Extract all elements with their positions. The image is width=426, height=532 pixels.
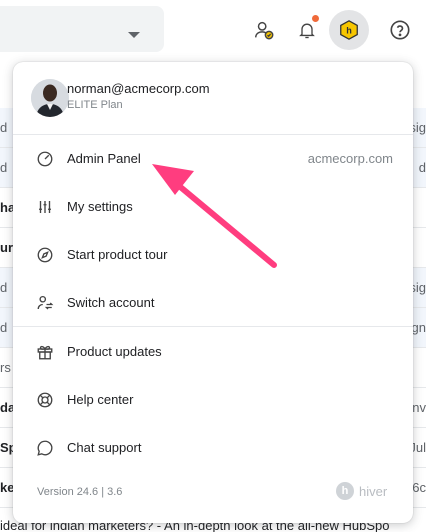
notification-dot	[312, 15, 319, 22]
chevron-down-icon[interactable]	[128, 32, 140, 38]
user-plan: ELITE Plan	[67, 99, 123, 111]
row-left-text: ur	[0, 240, 13, 255]
account-dropdown-menu: norman@acmecorp.com ELITE Plan Admin Pan…	[13, 62, 413, 523]
row-left-text: d	[0, 280, 8, 295]
sliders-icon	[35, 197, 55, 217]
lifebuoy-icon	[35, 390, 55, 410]
menu-item-label: Admin Panel	[67, 151, 141, 166]
row-right-text: d	[418, 160, 426, 175]
hiver-logo-text: hiver	[359, 483, 388, 499]
switch-user-icon	[35, 293, 55, 313]
row-left-text: d	[0, 160, 8, 175]
menu-item-label: Start product tour	[67, 247, 168, 262]
avatar	[31, 79, 69, 117]
notifications-icon[interactable]	[287, 10, 327, 50]
menu-item-label: Product updates	[67, 344, 162, 359]
menu-item-domain: acmecorp.com	[307, 151, 393, 166]
menu-item-help-center[interactable]: Help center	[13, 378, 413, 422]
search-filter-box[interactable]	[0, 6, 164, 52]
menu-item-product-tour[interactable]: Start product tour	[13, 233, 413, 277]
menu-item-admin-panel[interactable]: Admin Panel acmecorp.com	[13, 137, 413, 181]
compass-icon	[35, 245, 55, 265]
menu-item-switch-account[interactable]: Switch account	[13, 281, 413, 325]
menu-item-label: My settings	[67, 199, 133, 214]
menu-item-product-updates[interactable]: Product updates	[13, 330, 413, 374]
user-email: norman@acmecorp.com	[67, 81, 210, 96]
help-icon[interactable]	[380, 10, 420, 50]
menu-item-label: Switch account	[67, 295, 155, 310]
divider	[13, 134, 413, 135]
menu-item-chat-support[interactable]: Chat support	[13, 426, 413, 470]
hiver-logo-mark: h	[336, 482, 354, 500]
svg-text:h: h	[346, 26, 352, 36]
row-left-text: d	[0, 320, 8, 335]
version-text: Version 24.6 | 3.6	[37, 486, 123, 498]
gift-icon	[35, 342, 55, 362]
divider	[13, 326, 413, 327]
hiver-icon[interactable]: h	[329, 10, 369, 50]
gauge-icon	[35, 149, 55, 169]
menu-item-my-settings[interactable]: My settings	[13, 185, 413, 229]
menu-item-label: Help center	[67, 392, 134, 407]
account-status-icon[interactable]	[244, 10, 284, 50]
row-left-text: rs	[0, 360, 11, 375]
hiver-logo: h hiver	[336, 482, 387, 500]
row-left-text: d	[0, 120, 8, 135]
row-right-text: 6c	[412, 480, 426, 495]
profile-section: norman@acmecorp.com ELITE Plan	[13, 62, 413, 134]
menu-item-label: Chat support	[67, 440, 142, 455]
chat-bubble-icon	[35, 438, 55, 458]
